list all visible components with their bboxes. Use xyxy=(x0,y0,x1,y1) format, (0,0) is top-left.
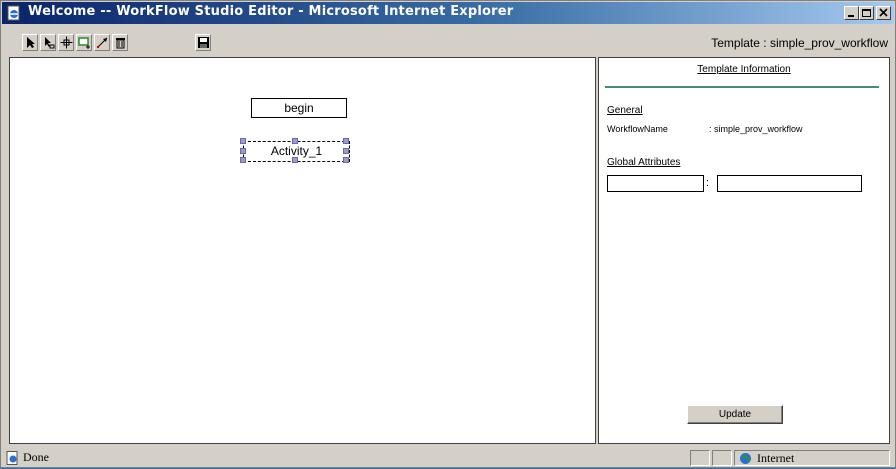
browser-window: Welcome -- WorkFlow Studio Editor - Micr… xyxy=(0,0,896,468)
delete-tool-button[interactable] xyxy=(112,34,128,51)
panel-divider xyxy=(605,86,879,88)
select-node-icon xyxy=(45,37,55,49)
connect-tool-button[interactable] xyxy=(94,34,110,51)
workflow-node-activity[interactable]: Activity_1 xyxy=(240,138,350,163)
minimize-button[interactable] xyxy=(844,6,859,20)
editor-toolbar: Template : simple_prov_workflow xyxy=(2,31,894,57)
global-attributes-label: Global Attributes xyxy=(607,157,681,168)
attribute-key-input[interactable] xyxy=(607,175,704,192)
select-tool-button[interactable] xyxy=(22,34,38,51)
title-bar[interactable]: Welcome -- WorkFlow Studio Editor - Micr… xyxy=(2,2,894,24)
add-activity-tool-button[interactable] xyxy=(76,34,92,51)
save-button[interactable] xyxy=(195,34,211,51)
close-button[interactable] xyxy=(876,6,891,20)
general-section-label: General xyxy=(607,105,643,116)
maximize-button[interactable] xyxy=(859,6,874,20)
resize-handle[interactable] xyxy=(343,157,349,163)
minimize-icon xyxy=(848,15,854,17)
resize-handle[interactable] xyxy=(240,138,246,144)
move-icon xyxy=(60,36,73,49)
ie-page-icon xyxy=(6,5,22,21)
page-status-icon xyxy=(6,451,20,465)
window-title: Welcome -- WorkFlow Studio Editor - Micr… xyxy=(28,4,514,19)
workflow-name-key: WorkflowName xyxy=(607,124,668,134)
zone-text: Internet xyxy=(757,451,795,465)
status-cell xyxy=(712,450,732,466)
select-node-tool-button[interactable] xyxy=(40,34,56,51)
workflow-name-value: : simple_prov_workflow xyxy=(709,124,803,134)
activity-node-label: Activity_1 xyxy=(270,144,323,158)
resize-handle[interactable] xyxy=(343,148,349,154)
workflow-node-begin[interactable]: begin xyxy=(251,98,347,118)
security-zone: Internet xyxy=(734,450,890,466)
workflow-canvas[interactable]: begin Activity_1 xyxy=(9,57,596,444)
panel-title: Template Information xyxy=(697,64,791,75)
status-cell xyxy=(690,450,710,466)
save-icon xyxy=(198,37,209,48)
resize-handle[interactable] xyxy=(240,157,246,163)
add-activity-icon xyxy=(78,37,90,49)
resize-handle[interactable] xyxy=(292,157,298,163)
resize-handle[interactable] xyxy=(240,148,246,154)
globe-icon xyxy=(739,452,752,465)
template-info-panel: Template Information General WorkflowNam… xyxy=(598,57,890,444)
attribute-value-input[interactable] xyxy=(717,175,862,192)
resize-handle[interactable] xyxy=(292,138,298,144)
resize-handle[interactable] xyxy=(343,138,349,144)
maximize-icon xyxy=(862,9,871,17)
status-text: Done xyxy=(23,450,49,464)
connect-icon xyxy=(97,37,108,48)
delete-icon xyxy=(116,38,125,49)
update-button[interactable]: Update xyxy=(687,405,783,424)
select-arrow-icon xyxy=(27,37,35,48)
template-name-label: Template : simple_prov_workflow xyxy=(711,36,888,50)
attribute-separator: : xyxy=(706,177,710,189)
close-icon xyxy=(879,8,888,17)
move-tool-button[interactable] xyxy=(58,34,74,51)
status-bar: Done Internet xyxy=(2,449,894,467)
